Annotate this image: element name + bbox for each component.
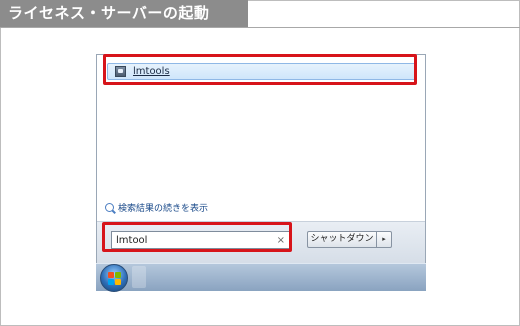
orb-flag-blue (108, 279, 114, 285)
windows-orb-icon[interactable] (100, 264, 128, 292)
highlight-search (102, 222, 292, 252)
highlight-result (103, 54, 417, 85)
orb-flag-red (108, 272, 114, 278)
orb-flag-green (115, 272, 121, 278)
taskbar (96, 263, 426, 292)
see-more-label: 検索結果の続きを表示 (118, 204, 209, 214)
orb-flag-yellow (115, 279, 121, 285)
shutdown-options-arrow[interactable]: ▸ (377, 231, 392, 248)
title-divider (0, 27, 520, 28)
see-more-results-link[interactable]: 検索結果の続きを表示 (105, 203, 208, 215)
taskbar-slot (132, 266, 146, 288)
slide-title: ライセネス・サーバーの起動 (0, 0, 248, 27)
shutdown-button[interactable]: シャットダウン (307, 231, 377, 248)
magnifier-icon (105, 203, 114, 212)
